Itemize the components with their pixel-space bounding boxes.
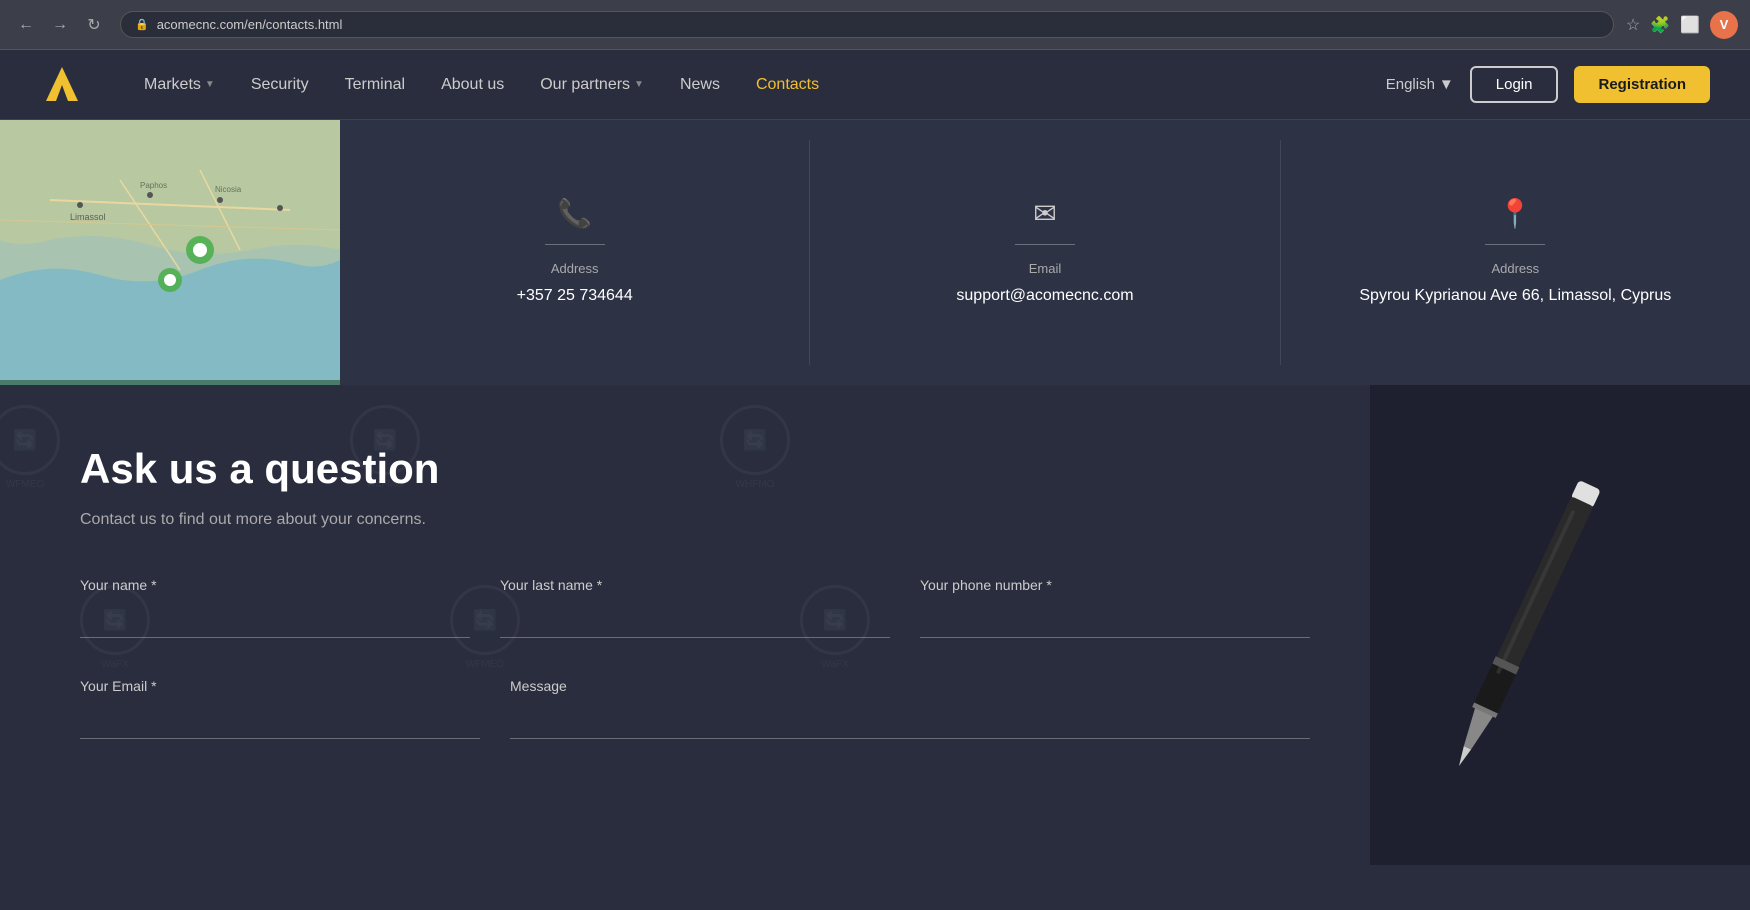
nav-right: English ▼ Login Registration <box>1386 66 1710 103</box>
chevron-down-icon: ▼ <box>205 79 215 90</box>
back-button[interactable]: ← <box>12 11 40 39</box>
nav-link-news[interactable]: News <box>680 76 720 94</box>
bookmark-icon[interactable]: ☆ <box>1626 15 1640 35</box>
lastname-label: Your last name * <box>500 577 890 593</box>
navbar: Markets ▼ Security Terminal About us Our… <box>0 50 1750 120</box>
contact-divider <box>1485 244 1545 245</box>
email-input[interactable] <box>80 704 480 739</box>
contact-divider <box>545 244 605 245</box>
email-label: Email <box>1029 261 1062 276</box>
chevron-down-icon: ▼ <box>1439 76 1454 93</box>
form-group-message: Message <box>510 678 1310 739</box>
location-icon: 📍 <box>1498 197 1533 230</box>
phone-icon: 📞 <box>557 197 592 230</box>
profile-icon[interactable]: ⬜ <box>1680 15 1700 35</box>
nav-link-partners[interactable]: Our partners ▼ <box>540 76 644 94</box>
phone-value: +357 25 734644 <box>517 284 633 308</box>
nav-link-markets[interactable]: Markets ▼ <box>144 76 215 94</box>
nav-link-terminal[interactable]: Terminal <box>345 76 405 94</box>
register-button[interactable]: Registration <box>1574 66 1710 103</box>
map-svg: Limassol Paphos Nicosia <box>0 120 340 380</box>
lastname-input[interactable] <box>500 603 890 638</box>
form-row-1: Your name * Your last name * Your phone … <box>80 577 1310 638</box>
main-content: Limassol Paphos Nicosia 📞 Address +357 2… <box>0 120 1750 865</box>
ask-section: 🔄 WFMEO 🔄 WaFMO 🔄 WHFMO <box>0 385 1750 865</box>
svg-text:Paphos: Paphos <box>140 181 167 190</box>
lock-icon: 🔒 <box>135 18 149 31</box>
contact-panel-location: 📍 Address Spyrou Kyprianou Ave 66, Limas… <box>1281 140 1750 365</box>
contact-divider <box>1015 244 1075 245</box>
contact-info-panels: 📞 Address +357 25 734644 ✉ Email support… <box>340 120 1750 385</box>
form-group-email: Your Email * <box>80 678 480 739</box>
extensions-icon[interactable]: 🧩 <box>1650 15 1670 35</box>
chevron-down-icon: ▼ <box>634 79 644 90</box>
browser-chrome: ← → ↻ 🔒 acomecnc.com/en/contacts.html ☆ … <box>0 0 1750 50</box>
ask-title: Ask us a question <box>80 445 1310 493</box>
forward-button[interactable]: → <box>46 11 74 39</box>
map-container: Limassol Paphos Nicosia <box>0 120 340 385</box>
nav-link-aboutus[interactable]: About us <box>441 76 504 94</box>
pen-decoration-svg <box>1370 405 1750 865</box>
nav-link-security[interactable]: Security <box>251 76 309 94</box>
browser-nav-buttons: ← → ↻ <box>12 11 108 39</box>
ask-subtitle: Contact us to find out more about your c… <box>80 511 1310 529</box>
phone-label: Your phone number * <box>920 577 1310 593</box>
contact-panel-email: ✉ Email support@acomecnc.com <box>810 140 1280 365</box>
contact-section: Limassol Paphos Nicosia 📞 Address +357 2… <box>0 120 1750 385</box>
message-input[interactable] <box>510 704 1310 739</box>
ask-image-area <box>1370 385 1750 865</box>
form-group-lastname: Your last name * <box>500 577 890 638</box>
user-avatar[interactable]: V <box>1710 11 1738 39</box>
ask-form-area: 🔄 WFMEO 🔄 WaFMO 🔄 WHFMO <box>0 385 1370 865</box>
language-selector[interactable]: English ▼ <box>1386 76 1454 93</box>
logo-svg <box>40 63 84 107</box>
contact-panel-phone: 📞 Address +357 25 734644 <box>340 140 810 365</box>
email-label: Your Email * <box>80 678 480 694</box>
nav-logo[interactable] <box>40 63 84 107</box>
email-value: support@acomecnc.com <box>956 284 1133 308</box>
email-icon: ✉ <box>1033 197 1056 230</box>
svg-text:Nicosia: Nicosia <box>215 185 242 194</box>
address-bar[interactable]: 🔒 acomecnc.com/en/contacts.html <box>120 11 1614 38</box>
name-input[interactable] <box>80 603 470 638</box>
location-label: Address <box>1491 261 1539 276</box>
nav-link-contacts[interactable]: Contacts <box>756 76 819 94</box>
url-text: acomecnc.com/en/contacts.html <box>157 17 343 32</box>
login-button[interactable]: Login <box>1470 66 1559 103</box>
form-group-phone: Your phone number * <box>920 577 1310 638</box>
phone-label: Address <box>551 261 599 276</box>
form-group-name: Your name * <box>80 577 470 638</box>
location-value: Spyrou Kyprianou Ave 66, Limassol, Cypru… <box>1359 284 1671 308</box>
name-label: Your name * <box>80 577 470 593</box>
svg-text:Limassol: Limassol <box>70 212 106 222</box>
nav-links: Markets ▼ Security Terminal About us Our… <box>144 76 1386 94</box>
phone-input[interactable] <box>920 603 1310 638</box>
message-label: Message <box>510 678 1310 694</box>
browser-toolbar-right: ☆ 🧩 ⬜ V <box>1626 11 1738 39</box>
reload-button[interactable]: ↻ <box>80 11 108 39</box>
form-row-2: Your Email * Message <box>80 678 1310 739</box>
